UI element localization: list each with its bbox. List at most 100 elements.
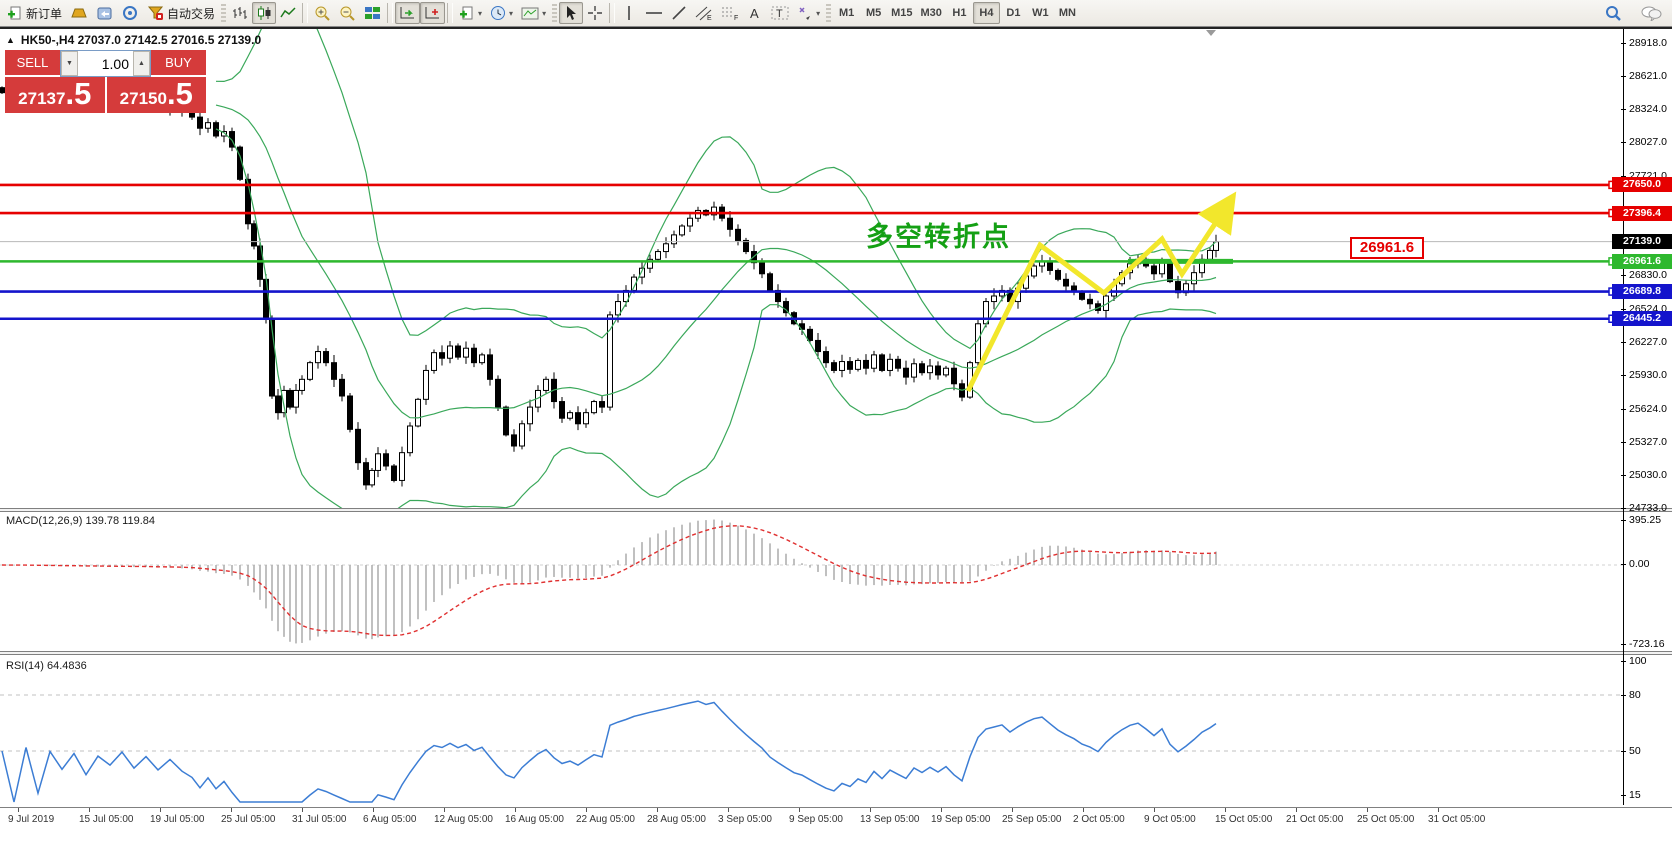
toolbar-grip[interactable] <box>826 4 832 22</box>
volume-input[interactable] <box>78 55 133 72</box>
time-axis-label: 9 Sep 05:00 <box>789 808 843 825</box>
signal-icon[interactable] <box>118 2 143 24</box>
level-price-label: 27396.4 <box>1612 205 1672 221</box>
bid-price[interactable]: 27137 .5 <box>5 77 105 113</box>
time-axis-label: 22 Aug 05:00 <box>576 808 635 825</box>
chart-annotation-text[interactable]: 多空转折点 <box>866 215 1011 254</box>
level-price-label: 26689.8 <box>1612 284 1672 300</box>
zoom-out-button[interactable] <box>335 2 360 24</box>
timeframe-M5[interactable]: M5 <box>860 2 887 24</box>
horizontal-line-tool[interactable] <box>641 2 667 24</box>
macd-plot <box>0 519 1623 644</box>
sell-button[interactable]: SELL <box>5 50 60 77</box>
buy-button[interactable]: BUY <box>151 50 206 77</box>
time-axis-label: 9 Oct 05:00 <box>1144 808 1196 825</box>
level-price-label: 27650.0 <box>1612 177 1672 193</box>
time-axis[interactable]: 9 Jul 2019 15 Jul 05:00 19 Jul 05:00 25 Jul… <box>0 807 1672 831</box>
price-tag-label[interactable]: 26961.6 <box>1350 237 1424 259</box>
macd-axis-tick: 395.25 <box>1620 514 1662 526</box>
macd-axis-tick: -723.16 <box>1621 638 1665 650</box>
autotrading-button[interactable]: 自动交易 <box>143 2 219 24</box>
timeframe-H1[interactable]: H1 <box>946 2 973 24</box>
line-chart-button[interactable] <box>276 2 300 24</box>
timeframe-D1[interactable]: D1 <box>1000 2 1027 24</box>
current-price-label: 27139.0 <box>1612 234 1672 250</box>
chart-shift-button[interactable] <box>420 2 446 24</box>
rsi-axis-tick: 50 <box>1621 745 1641 757</box>
timeframe-M15[interactable]: M15 <box>887 2 916 24</box>
timeframe-W1[interactable]: W1 <box>1027 2 1054 24</box>
time-axis-label: 15 Jul 05:00 <box>79 808 134 825</box>
volume-increase-button[interactable]: ▲ <box>133 51 150 76</box>
rsi-axis-tick: 80 <box>1621 688 1641 701</box>
macd-label: MACD(12,26,9) 139.78 119.84 <box>6 515 155 527</box>
price-axis-tick: 25624.0 <box>1621 403 1667 415</box>
arrows-tool[interactable]: ▾ <box>793 2 824 24</box>
templates-button[interactable]: ▾ <box>517 2 550 24</box>
ask-price[interactable]: 27150 .5 <box>106 77 206 113</box>
time-axis-label: 21 Oct 05:00 <box>1286 808 1344 825</box>
one-click-trading-panel: SELL ▼ ▲ BUY 27137 .5 27150 .5 <box>5 50 206 113</box>
text-label-tool[interactable]: T <box>767 2 793 24</box>
toolbar-grip[interactable] <box>221 4 227 22</box>
price-axis-tick: 28918.0 <box>1621 37 1667 49</box>
zoom-in-button[interactable] <box>310 2 335 24</box>
timeframe-H4[interactable]: H4 <box>972 2 1000 24</box>
price-axis-tick: 28324.0 <box>1621 103 1667 115</box>
new-order-button[interactable]: 新订单 <box>3 2 66 24</box>
chat-icon[interactable] <box>1636 2 1666 24</box>
fibonacci-tool[interactable]: F <box>717 2 743 24</box>
new-chart-button[interactable]: ▾ <box>455 2 486 24</box>
price-axis-tick: 25030.0 <box>1621 469 1667 481</box>
time-axis-label: 31 Jul 05:00 <box>292 808 347 825</box>
collapse-header-icon[interactable]: ▲ <box>6 35 15 45</box>
periods-button[interactable]: ▾ <box>486 2 517 24</box>
time-axis-label: 13 Sep 05:00 <box>860 808 920 825</box>
chart-header: ▲ HK50-,H4 27037.0 27142.5 27016.5 27139… <box>6 33 261 47</box>
crosshair-tool-button[interactable] <box>583 2 607 24</box>
time-axis-label: 6 Aug 05:00 <box>363 808 417 825</box>
price-axis-tick: 26227.0 <box>1621 336 1667 348</box>
candlestick-chart-button[interactable] <box>252 2 277 24</box>
tile-windows-button[interactable] <box>360 2 385 24</box>
time-axis-label: 16 Aug 05:00 <box>505 808 564 825</box>
timeframe-button-group: M1 M5 M15 M30 H1 H4 D1 W1 MN <box>833 2 1081 24</box>
price-axis-tick: 25930.0 <box>1621 369 1667 381</box>
time-axis-label: 25 Jul 05:00 <box>221 808 276 825</box>
text-tool[interactable]: A <box>743 2 767 24</box>
price-axis-tick: 24733.0 <box>1621 502 1667 514</box>
time-axis-label: 15 Oct 05:00 <box>1215 808 1273 825</box>
search-icon[interactable] <box>1600 2 1626 24</box>
autotrading-icon <box>147 6 164 20</box>
price-axis[interactable]: 28918.0 28621.0 28324.0 28027.0 27721.0 26830… <box>1612 29 1672 805</box>
time-axis-label: 19 Jul 05:00 <box>150 808 205 825</box>
svg-text:E: E <box>707 15 712 21</box>
time-axis-label: 9 Jul 2019 <box>8 808 55 825</box>
trendline-tool[interactable] <box>667 2 691 24</box>
volume-decrease-button[interactable]: ▼ <box>61 51 78 76</box>
timeframe-M30[interactable]: M30 <box>917 2 946 24</box>
cursor-tool-button[interactable] <box>559 2 584 24</box>
depth-window-icon[interactable] <box>92 2 118 24</box>
chart-ohlc-title: HK50-,H4 27037.0 27142.5 27016.5 27139.0 <box>20 33 262 47</box>
timeframe-MN[interactable]: MN <box>1054 2 1081 24</box>
toolbar-grip[interactable] <box>552 4 558 22</box>
rsi-axis-tick: 100 <box>1621 655 1647 667</box>
toolbar-separator <box>387 3 394 23</box>
rsi-axis-tick: 15 <box>1621 789 1641 801</box>
time-axis-label: 2 Oct 05:00 <box>1073 808 1125 825</box>
gold-icon[interactable] <box>66 2 92 24</box>
time-axis-label: 31 Oct 05:00 <box>1428 808 1486 825</box>
toolbar-separator <box>302 3 309 23</box>
vertical-line-tool[interactable] <box>617 2 641 24</box>
chart-shift-marker <box>1206 30 1216 36</box>
main-chart-plot[interactable] <box>0 29 1623 508</box>
time-axis-label: 3 Sep 05:00 <box>718 808 772 825</box>
bar-chart-button[interactable] <box>228 2 252 24</box>
price-axis-tick: 28621.0 <box>1621 70 1667 82</box>
timeframe-M1[interactable]: M1 <box>833 2 860 24</box>
auto-scroll-button[interactable] <box>395 2 421 24</box>
equidistant-channel-tool[interactable]: E <box>691 2 717 24</box>
svg-text:A: A <box>750 6 759 21</box>
rsi-plot <box>0 694 1623 803</box>
